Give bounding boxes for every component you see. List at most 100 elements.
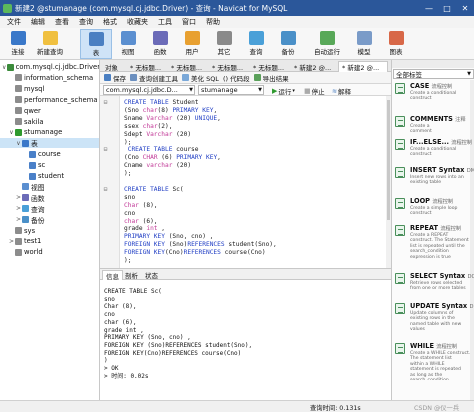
other-button[interactable]: 其它 (208, 29, 240, 59)
nav-item[interactable]: > 备份 (0, 215, 99, 225)
folder-icon (22, 183, 29, 191)
code-token: ); (124, 170, 132, 178)
message-output: CREATE TABLE Sc(sno Char (8), cno char (6),… (100, 280, 391, 400)
menu-tools[interactable]: 工具 (158, 17, 172, 27)
code-token: PRIMARY KEY (172, 106, 214, 114)
query-button[interactable]: 查询 (240, 29, 272, 59)
nav-item-test1[interactable]: > test1 (0, 236, 99, 246)
connection-select[interactable]: com.mysql.cj.jdbc.D... ▼ (103, 85, 195, 95)
view-button[interactable]: 视图 (112, 29, 144, 59)
menu-file[interactable]: 文件 (7, 17, 21, 27)
explain-button[interactable]: ≋ 解释 (332, 86, 351, 97)
tab-new2-active[interactable]: * 新建2 @... (338, 61, 388, 72)
nav-item-world[interactable]: world (0, 247, 99, 257)
database-select[interactable]: stumanage ▼ (198, 85, 264, 95)
tab-new2-a[interactable]: * 新建2 @... (291, 61, 337, 72)
expand-arrow-icon[interactable]: ∨ (15, 140, 22, 147)
code-token: , (217, 154, 221, 162)
nav-item[interactable]: > 查询 (0, 204, 99, 214)
nav-item-mysql[interactable]: mysql (0, 84, 99, 94)
nav-item[interactable]: 视图 (0, 182, 99, 192)
nav-item-stumanage[interactable]: ∨ stumanage (0, 127, 99, 137)
model-icon (356, 31, 372, 45)
table-button[interactable]: 表 (80, 29, 112, 59)
expand-arrow-icon[interactable]: > (15, 205, 22, 212)
nav-item-course[interactable]: course (0, 149, 99, 159)
menu-help[interactable]: 帮助 (206, 17, 220, 27)
tab-status[interactable]: 状态 (142, 270, 161, 280)
snippet-title: INSERT Syntax DML (410, 166, 474, 174)
tab-untitled-3[interactable]: * 无标题... (209, 61, 249, 72)
run-button[interactable]: ▶ 运行 ▾ (272, 86, 295, 96)
code-line: ); (124, 170, 131, 178)
nav-item-sakila[interactable]: sakila (0, 117, 99, 127)
menu-query[interactable]: 查询 (79, 17, 93, 27)
tab-info[interactable]: 信息 (102, 270, 123, 281)
query-builder-button[interactable]: 查询创建工具 (130, 73, 178, 83)
snippet-tag-select[interactable]: 全部标签 ▼ (393, 69, 474, 79)
export-result-button[interactable]: 导出结果 (253, 73, 289, 83)
nav-item-performance-schema[interactable]: performance_schema (0, 95, 99, 105)
connect-button[interactable]: 连接 (2, 29, 34, 59)
nav-item-information-schema[interactable]: information_schema (0, 73, 99, 83)
database-icon (15, 248, 22, 256)
user-button[interactable]: 用户 (176, 29, 208, 59)
save-button[interactable]: 保存 (104, 73, 126, 83)
menu-window[interactable]: 窗口 (182, 17, 196, 27)
function-button[interactable]: 函数 (144, 29, 176, 59)
menu-favorites[interactable]: 收藏夹 (127, 17, 148, 27)
code-snippet-button[interactable]: () 代码段 (223, 73, 250, 83)
tab-untitled-1[interactable]: * 无标题... (127, 61, 167, 72)
nav-item-student[interactable]: student (0, 171, 99, 181)
beautify-sql-button[interactable]: 美化 SQL (182, 73, 219, 83)
code-token: (8) (157, 106, 173, 114)
fold-icon[interactable]: ⊟ (100, 146, 108, 153)
snippet-icon (395, 343, 405, 354)
chart-button[interactable]: 图表 (380, 29, 412, 59)
message-line: CREATE TABLE Sc( (104, 288, 162, 295)
fold-icon[interactable]: ⊟ (100, 186, 108, 193)
new-query-button[interactable]: 新建查询 (34, 29, 66, 59)
snippet-item[interactable]: REPEAT 流程控制 Create a REPEAT construct. Th… (392, 222, 474, 262)
nav-item-com-mysql-cj-jdbc-driver[interactable]: ∨ com.mysql.cj.jdbc.Driver (0, 62, 99, 72)
line-marker: ⊟ (100, 146, 124, 154)
stop-icon: ■ (304, 87, 311, 95)
menu-format[interactable]: 格式 (103, 17, 117, 27)
expand-arrow-icon[interactable]: > (15, 216, 22, 223)
expand-arrow-icon[interactable]: ∨ (8, 129, 15, 136)
snippet-item[interactable]: WHILE 流程控制 Create a WHILE construct. The … (392, 340, 474, 380)
backup-button[interactable]: 备份 (272, 29, 304, 59)
scrollbar-thumb[interactable] (387, 100, 390, 220)
nav-item-label: performance_schema (24, 95, 98, 104)
snippet-item[interactable]: UPDATE Syntax DMLUpdate columns of exist… (392, 300, 474, 340)
stop-button[interactable]: ■ 停止 (304, 86, 325, 96)
auto-run-button[interactable]: 自动运行 (308, 29, 346, 59)
snippet-description: Create a comment (410, 124, 432, 135)
nav-item[interactable]: > 函数 (0, 193, 99, 203)
close-button[interactable]: ✕ (456, 0, 474, 16)
expand-arrow-icon[interactable]: > (15, 194, 22, 201)
status-bar: 查询时间: 0.131s CSDN @仪一兵 (0, 400, 474, 412)
nav-item-qwer[interactable]: qwer (0, 106, 99, 116)
minimize-button[interactable]: — (420, 0, 438, 16)
menu-view[interactable]: 查看 (55, 17, 69, 27)
query-builder-icon (130, 74, 137, 81)
query-icon (248, 31, 264, 45)
menu-edit[interactable]: 编辑 (31, 17, 45, 27)
folder-icon (22, 216, 29, 224)
model-button[interactable]: 模型 (348, 29, 380, 59)
line-marker (100, 131, 124, 139)
fold-icon[interactable]: ⊟ (100, 99, 108, 106)
nav-item-sc[interactable]: sc (0, 160, 99, 170)
code-line: sno (124, 194, 135, 202)
tab-objects[interactable]: 对象 (102, 61, 126, 72)
sql-editor[interactable]: ⊟ CREATE TABLE Student (Sno char(8) PRIMAR… (100, 96, 391, 268)
code-line: Sdept Varchar (20) (124, 131, 191, 139)
maximize-button[interactable]: □ (438, 0, 456, 16)
nav-item-sys[interactable]: sys (0, 226, 99, 236)
tab-untitled-2[interactable]: * 无标题... (168, 61, 208, 72)
nav-item[interactable]: ∨ 表 (0, 138, 99, 149)
expand-arrow-icon[interactable]: > (8, 238, 15, 245)
tab-profile[interactable]: 剖析 (122, 270, 141, 280)
tab-untitled-4[interactable]: * 无标题... (250, 61, 290, 72)
